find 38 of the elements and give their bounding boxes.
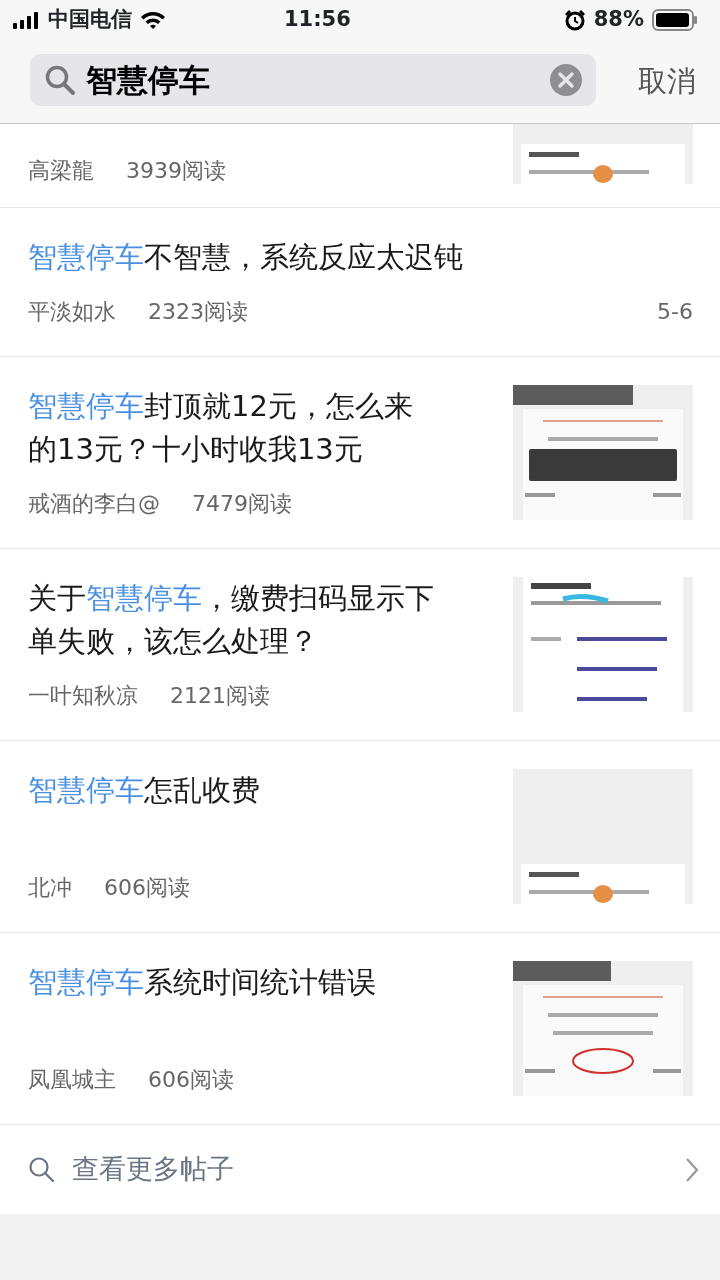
post-title[interactable]: 智慧停车不智慧，系统反应太迟钝 (28, 236, 688, 279)
search-bar[interactable]: 智慧停车 (30, 54, 596, 106)
read-count: 606阅读 (104, 874, 190, 902)
post-item[interactable]: 智慧停车封顶就12元，怎么来的13元？十小时收我13元 戒酒的李白@ 7479阅读 (0, 357, 720, 549)
author-name: 一叶知秋凉 (28, 682, 138, 710)
search-icon (44, 64, 76, 96)
more-posts-link[interactable]: 查看更多帖子 (0, 1125, 720, 1214)
post-item[interactable]: 智慧停车怎乱收费 北冲 606阅读 (0, 741, 720, 933)
author-name: 北冲 (28, 874, 72, 902)
wifi-icon (140, 10, 166, 30)
carrier-name: 中国电信 (48, 6, 132, 34)
search-icon (28, 1155, 56, 1184)
battery-percent: 88% (593, 6, 644, 34)
clock-time: 11:56 (284, 6, 351, 34)
read-count: 2121阅读 (170, 682, 270, 710)
post-title[interactable]: 智慧停车封顶就12元，怎么来的13元？十小时收我13元 (28, 385, 438, 471)
read-count: 606阅读 (148, 1066, 234, 1094)
cancel-button[interactable]: 取消 (638, 60, 696, 104)
read-count: 7479阅读 (192, 490, 292, 518)
post-item[interactable]: 智慧停车系统时间统计错误 凤凰城主 606阅读 (0, 933, 720, 1125)
clear-icon[interactable] (550, 64, 582, 96)
author-name: 平淡如水 (28, 298, 116, 326)
author-name: 高梁龍 (28, 157, 94, 185)
post-title[interactable]: 关于智慧停车，缴费扫码显示下单失败，该怎么处理？ (28, 577, 438, 663)
search-field[interactable]: 智慧停车 (84, 55, 524, 105)
author-name: 戒酒的李白@ (28, 490, 160, 518)
post-item[interactable]: 高梁龍 3939阅读 (0, 124, 720, 208)
signal-icon (12, 11, 40, 29)
post-item[interactable]: 智慧停车不智慧，系统反应太迟钝 平淡如水 2323阅读 5-6 (0, 208, 720, 357)
post-item[interactable]: 关于智慧停车，缴费扫码显示下单失败，该怎么处理？ 一叶知秋凉 2121阅读 (0, 549, 720, 741)
read-count: 3939阅读 (126, 157, 226, 185)
author-name: 凤凰城主 (28, 1066, 116, 1094)
alarm-icon (563, 9, 586, 31)
read-count: 2323阅读 (148, 298, 248, 326)
post-title[interactable]: 智慧停车系统时间统计错误 (28, 961, 438, 1004)
post-title[interactable]: 智慧停车怎乱收费 (28, 769, 438, 812)
page-range: 5-6 (657, 298, 693, 326)
battery-icon (652, 9, 698, 31)
